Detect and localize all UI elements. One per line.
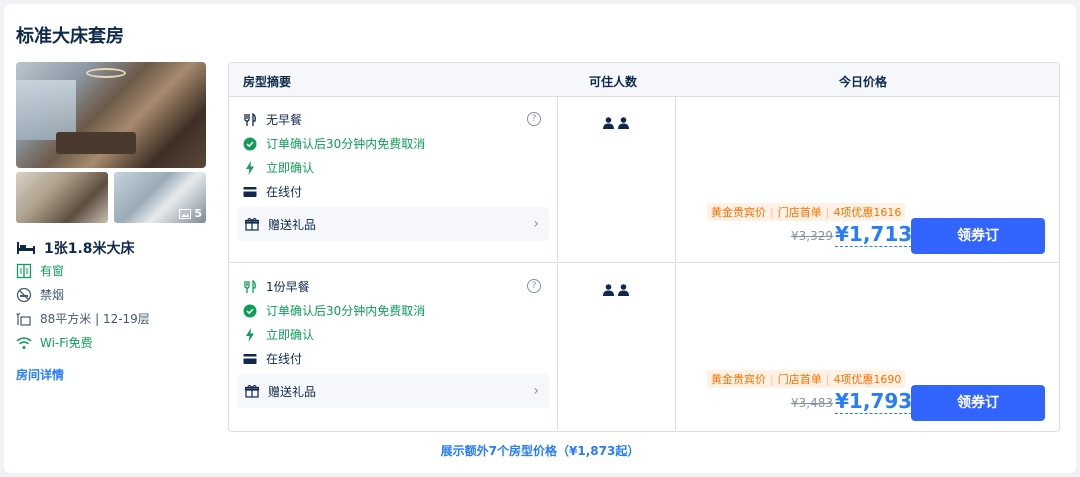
instant-confirm: 立即确认 xyxy=(243,326,314,343)
check-circle-icon xyxy=(243,137,257,151)
help-icon[interactable]: ? xyxy=(527,279,541,293)
utensils-icon xyxy=(243,112,257,127)
meal-info: 1份早餐 xyxy=(243,278,310,295)
room-card: 标准大床套房 5 1张1.8米大床 有窗 禁烟 88平方米 | 12-19层 W… xyxy=(4,4,1076,473)
gift-icon xyxy=(245,217,259,231)
book-button[interactable]: 领券订 xyxy=(911,218,1045,254)
discount-tags[interactable]: 黄金贵宾价 | 门店首单 | 4项优惠1616 xyxy=(707,203,906,221)
photo-count-badge: 5 xyxy=(179,207,202,220)
book-button[interactable]: 领券订 xyxy=(911,385,1045,421)
feature-area: 88平方米 | 12-19层 xyxy=(16,310,150,327)
room-thumb-photo[interactable] xyxy=(16,172,108,223)
room-thumb-photo-more[interactable]: 5 xyxy=(114,172,206,223)
cancel-policy: 订单确认后30分钟内免费取消 xyxy=(243,135,425,152)
credit-card-icon xyxy=(243,353,257,365)
occupancy-icons xyxy=(603,117,629,129)
utensils-icon xyxy=(243,279,257,294)
room-main-photo[interactable] xyxy=(16,62,206,168)
window-icon xyxy=(16,263,32,279)
feature-window: 有窗 xyxy=(16,262,64,279)
bed-info: 1张1.8米大床 xyxy=(16,238,135,258)
table-header: 房型摘要 可住人数 今日价格 xyxy=(229,63,1059,97)
no-smoking-icon xyxy=(16,287,32,303)
area-icon xyxy=(16,311,32,327)
person-icon xyxy=(603,284,614,296)
table-row: 1份早餐 ? 订单确认后30分钟内免费取消 立即确认 在线付 赠送礼品 › 黄金… xyxy=(229,264,1059,430)
help-icon[interactable]: ? xyxy=(527,112,541,126)
current-price[interactable]: ¥1,713 xyxy=(835,222,913,247)
room-title: 标准大床套房 xyxy=(16,26,124,47)
header-today-price: 今日价格 xyxy=(839,75,888,89)
lightning-icon xyxy=(243,327,257,342)
original-price: ¥3,329 xyxy=(791,229,833,243)
person-icon xyxy=(618,284,629,296)
instant-confirm: 立即确认 xyxy=(243,159,314,176)
original-price: ¥3,483 xyxy=(791,396,833,410)
table-row: 无早餐 ? 订单确认后30分钟内免费取消 立即确认 在线付 赠送礼品 › 黄金贵… xyxy=(229,97,1059,263)
gift-row[interactable]: 赠送礼品 › xyxy=(237,207,549,241)
occupancy-icons xyxy=(603,284,629,296)
person-icon xyxy=(603,117,614,129)
room-detail-link[interactable]: 房间详情 xyxy=(16,366,64,383)
show-more-rooms-link[interactable]: 展示额外7个房型价格（¥1,873起） xyxy=(4,442,1076,459)
feature-no-smoking: 禁烟 xyxy=(16,286,64,303)
payment-method: 在线付 xyxy=(243,183,302,200)
header-room-summary: 房型摘要 xyxy=(243,75,292,89)
image-icon xyxy=(179,208,192,219)
header-occupancy: 可住人数 xyxy=(589,75,638,89)
payment-method: 在线付 xyxy=(243,350,302,367)
meal-info: 无早餐 xyxy=(243,111,302,128)
credit-card-icon xyxy=(243,186,257,198)
rate-table: 房型摘要 可住人数 今日价格 无早餐 ? 订单确认后30分钟内免费取消 立即确认 xyxy=(228,62,1060,432)
cancel-policy: 订单确认后30分钟内免费取消 xyxy=(243,302,425,319)
current-price[interactable]: ¥1,793 xyxy=(835,389,913,414)
chevron-right-icon: › xyxy=(533,216,539,232)
lightning-icon xyxy=(243,160,257,175)
person-icon xyxy=(618,117,629,129)
feature-wifi: Wi-Fi免费 xyxy=(16,334,93,351)
gift-icon xyxy=(245,384,259,398)
gift-row[interactable]: 赠送礼品 › xyxy=(237,374,549,408)
wifi-icon xyxy=(16,336,32,350)
bed-icon xyxy=(16,241,36,255)
discount-tags[interactable]: 黄金贵宾价 | 门店首单 | 4项优惠1690 xyxy=(707,370,906,388)
chevron-right-icon: › xyxy=(533,383,539,399)
check-circle-icon xyxy=(243,304,257,318)
